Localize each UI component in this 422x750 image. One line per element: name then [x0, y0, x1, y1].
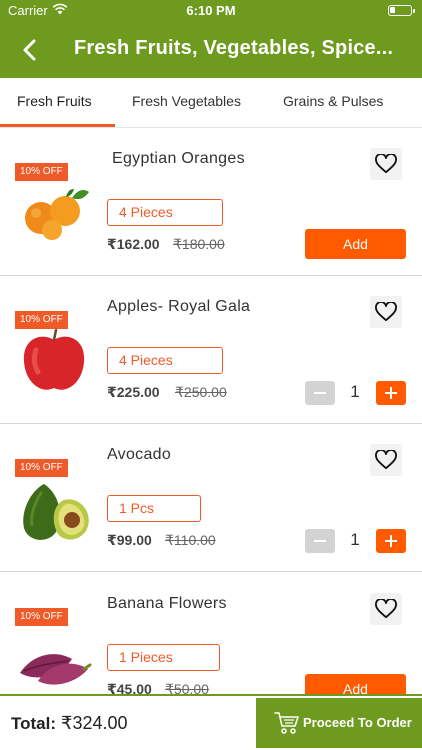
price: ₹99.00: [107, 532, 152, 548]
total-label: Total:: [11, 714, 57, 733]
decrease-quantity-button[interactable]: [305, 529, 335, 553]
product-item-banana-flowers: 10% OFF Banana Flowers 1 Pieces ₹45.00 ₹…: [0, 573, 422, 694]
decrease-quantity-button[interactable]: [305, 381, 335, 405]
add-button[interactable]: Add: [305, 674, 406, 694]
discount-badge: 10% OFF: [15, 163, 68, 181]
favorite-button[interactable]: [370, 444, 402, 476]
page-title: Fresh Fruits, Vegetables, Spice...: [74, 37, 394, 59]
heart-icon: [375, 599, 397, 619]
increase-quantity-button[interactable]: [376, 529, 406, 553]
proceed-to-order-button[interactable]: Proceed To Order: [256, 698, 422, 748]
heart-icon: [375, 450, 397, 470]
increase-quantity-button[interactable]: [376, 381, 406, 405]
original-price: ₹110.00: [165, 532, 216, 548]
original-price: ₹50.00: [165, 681, 209, 694]
category-tabs: Fresh Fruits Fresh Vegetables Grains & P…: [0, 78, 422, 128]
total-amount: ₹324.00: [61, 713, 128, 733]
favorite-button[interactable]: [370, 593, 402, 625]
original-price: ₹250.00: [175, 384, 227, 400]
cart-quantity: 1: [350, 530, 360, 549]
clock: 6:10 PM: [186, 3, 236, 18]
discount-badge: 10% OFF: [15, 311, 68, 329]
product-item-egyptian-oranges: 10% OFF Egyptian Oranges 4 Pieces ₹162.0…: [0, 128, 422, 276]
tab-selected-indicator: [0, 124, 115, 127]
product-name: Egyptian Oranges: [112, 150, 245, 167]
quantity-selector[interactable]: 4 Pieces: [107, 199, 223, 226]
price: ₹45.00: [107, 681, 152, 694]
heart-icon: [375, 154, 397, 174]
cart-footer: Total: ₹324.00 Proceed To Order: [0, 694, 422, 750]
proceed-label: Proceed To Order: [303, 715, 412, 730]
price: ₹225.00: [107, 384, 160, 400]
tab-fresh-fruits[interactable]: Fresh Fruits: [17, 93, 92, 109]
nav-bar: Fresh Fruits, Vegetables, Spice...: [0, 22, 422, 78]
favorite-button[interactable]: [370, 148, 402, 180]
status-bar: Carrier 6:10 PM: [0, 0, 422, 22]
cart-icon: [274, 712, 299, 734]
original-price: ₹180.00: [173, 236, 225, 252]
discount-badge: 10% OFF: [15, 459, 68, 477]
quantity-selector[interactable]: 1 Pcs: [107, 495, 201, 522]
product-item-apples-royal-gala: 10% OFF Apples- Royal Gala 4 Pieces ₹225…: [0, 276, 422, 424]
favorite-button[interactable]: [370, 296, 402, 328]
cart-quantity: 1: [350, 382, 360, 401]
product-list: 10% OFF Egyptian Oranges 4 Pieces ₹162.0…: [0, 128, 422, 694]
product-name: Avocado: [107, 446, 172, 463]
price: ₹162.00: [107, 236, 160, 252]
add-button[interactable]: Add: [305, 229, 406, 259]
tab-fresh-vegetables[interactable]: Fresh Vegetables: [132, 93, 241, 109]
product-name: Banana Flowers: [107, 595, 227, 612]
battery-icon: [388, 5, 415, 16]
tab-grains-pulses[interactable]: Grains & Pulses: [283, 93, 383, 109]
product-item-avocado: 10% OFF Avocado 1 Pcs ₹99.00 ₹110.00 1: [0, 424, 422, 572]
quantity-selector[interactable]: 4 Pieces: [107, 347, 223, 374]
quantity-selector[interactable]: 1 Pieces: [107, 644, 220, 671]
discount-badge: 10% OFF: [15, 608, 68, 626]
heart-icon: [375, 302, 397, 322]
back-button[interactable]: [18, 36, 44, 64]
product-name: Apples- Royal Gala: [107, 298, 251, 315]
chevron-left-icon: [23, 39, 36, 61]
